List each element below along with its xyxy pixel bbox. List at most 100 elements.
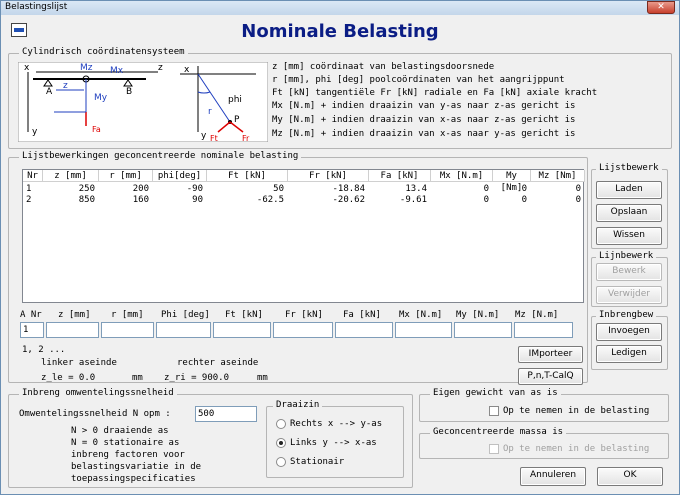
table-cell: -90 [186, 184, 203, 194]
clear-button[interactable]: Wissen [596, 227, 662, 245]
entry-label: Mx [N.m] [399, 310, 443, 320]
entry-label: r [mm] [111, 310, 144, 320]
cyl-line-3: Ft [kN] tangentiële Fr [kN] radiale en F… [272, 88, 598, 98]
entry-input[interactable] [335, 322, 393, 338]
axis-x-label: x [24, 63, 30, 73]
entry-input[interactable] [395, 322, 452, 338]
cyl-line-1: z [mm] coördinaat van belastingsdoorsned… [272, 62, 495, 72]
insert-button[interactable]: Invoegen [596, 323, 662, 341]
left-end-value: z_le = 0.0 [41, 373, 96, 383]
entry-input[interactable] [454, 322, 512, 338]
table-header: phi[deg] [153, 170, 207, 182]
table-cell: -9.61 [399, 195, 427, 205]
lijnbewerk-legend: Lijnbewerk [596, 251, 657, 261]
empty-button[interactable]: Ledigen [596, 345, 662, 363]
speed-note-2: N = 0 stationaire as [71, 438, 180, 448]
speed-input[interactable]: 500 [195, 406, 257, 422]
own-weight-checkbox[interactable] [489, 406, 499, 416]
speed-note-4: belastingsvariatie in de [71, 462, 202, 472]
right-end-unit: mm [257, 373, 268, 383]
table-cell: 160 [132, 195, 149, 205]
entry-label: z [mm] [58, 310, 91, 320]
cyl-line-4: Mx [N.m] + indien draaizin van y-as naar… [272, 101, 576, 111]
axis-y-label: y [32, 127, 38, 137]
import-button[interactable]: IMporteer [518, 346, 583, 363]
entry-label: Ft [kN] [225, 310, 263, 320]
table-cell: 200 [132, 184, 149, 194]
cyl-coord-legend: Cylindrisch coördinatensysteem [19, 47, 188, 57]
support-b-label: B [126, 87, 132, 97]
mass-checkbox[interactable] [489, 444, 499, 454]
table-header: Fa [kN] [369, 170, 431, 182]
table-cell: 90 [192, 195, 203, 205]
table-header: Mz [Nm] [531, 170, 585, 182]
table-cell: 50 [273, 184, 284, 194]
radio-stationary-label: Stationair [290, 457, 345, 467]
entry-input[interactable] [101, 322, 154, 338]
z-dim-label: z [63, 81, 68, 91]
table-cell: 0 [521, 195, 527, 205]
title-bar: Belastingslijst ✕ [1, 1, 679, 15]
table-cell: 13.4 [405, 184, 427, 194]
axis-z-label: z [158, 63, 163, 73]
table-cell: 250 [78, 184, 95, 194]
table-cell: -18.84 [332, 184, 365, 194]
calq-button[interactable]: P,n,T-CalQ [518, 368, 583, 385]
draaizin-legend: Draaizin [273, 400, 323, 410]
speed-legend: Inbreng omwentelingssnelheid [19, 388, 177, 398]
entry-input[interactable] [514, 322, 573, 338]
axis-x2-label: x [184, 65, 190, 75]
entry-label: My [N.m] [456, 310, 500, 320]
force-fr-label: Fr [242, 134, 250, 142]
entry-input[interactable] [213, 322, 271, 338]
edit-button[interactable]: Bewerk [596, 263, 662, 281]
inbreng-legend: Inbrengbew [596, 310, 657, 320]
table-cell: 0 [483, 184, 489, 194]
table-cell: 0 [483, 195, 489, 205]
left-end-label: linker aseinde [41, 358, 117, 368]
coordinate-diagram: x z y A B z Mz Mx My Fa phi r P Ft Fr x … [18, 62, 268, 142]
radio-right[interactable] [276, 419, 286, 429]
radio-stationary[interactable] [276, 457, 286, 467]
entry-label: Phi [deg] [161, 310, 210, 320]
right-end-label: rechter aseinde [177, 358, 259, 368]
entry-input[interactable] [156, 322, 211, 338]
table-header: z [mm] [43, 170, 99, 182]
entry-label: A Nr [20, 310, 42, 320]
cyl-line-5: My [N.m] + indien draaizin van x-as naar… [272, 115, 576, 125]
lijstbewerk-legend: Lijstbewerk [596, 163, 662, 173]
left-end-unit: mm [132, 373, 143, 383]
window-title: Belastingslijst [5, 2, 68, 12]
save-button[interactable]: Opslaan [596, 204, 662, 222]
ok-button[interactable]: OK [597, 467, 663, 486]
moment-my-label: My [94, 93, 108, 103]
mass-check-label: Op te nemen in de belasting [503, 444, 650, 454]
table-cell: -62.5 [256, 195, 284, 205]
cancel-button[interactable]: Annuleren [520, 467, 586, 486]
table-header: Mx [N.m] [431, 170, 493, 182]
entry-input[interactable] [46, 322, 99, 338]
load-button[interactable]: Laden [596, 181, 662, 199]
entry-label: Fa [kN] [343, 310, 381, 320]
moment-mz-label: Mz [80, 63, 93, 73]
cyl-coord-group: Cylindrisch coördinatensysteem x z y A B… [8, 47, 672, 149]
entry-input[interactable] [273, 322, 333, 338]
radio-left-label: Links y --> x-as [290, 438, 377, 448]
list-legend: Lijstbewerkingen geconcentreerde nominal… [19, 151, 302, 161]
table-cell: 0 [575, 195, 581, 205]
speed-note-5: toepassingspecificaties [71, 474, 196, 484]
entry-nr-input[interactable]: 1 [20, 322, 44, 338]
table-header: My [Nm] [493, 170, 531, 193]
radio-right-label: Rechts x --> y-as [290, 419, 383, 429]
point-p-label: P [234, 115, 240, 125]
radius-r-label: r [208, 107, 212, 117]
support-a-label: A [46, 87, 53, 97]
delete-button[interactable]: Verwijder [596, 286, 662, 304]
close-button[interactable]: ✕ [647, 1, 675, 14]
radio-left[interactable] [276, 438, 286, 448]
right-end-value: z_ri = 900.0 [164, 373, 230, 383]
load-table[interactable]: Nr z [mm] r [mm] phi[deg] Ft [kN] Fr [kN] Fa [… [22, 169, 585, 303]
table-cell: 2 [26, 195, 32, 205]
seq-label: 1, 2 ... [22, 345, 66, 355]
table-cell: 0 [575, 184, 581, 194]
